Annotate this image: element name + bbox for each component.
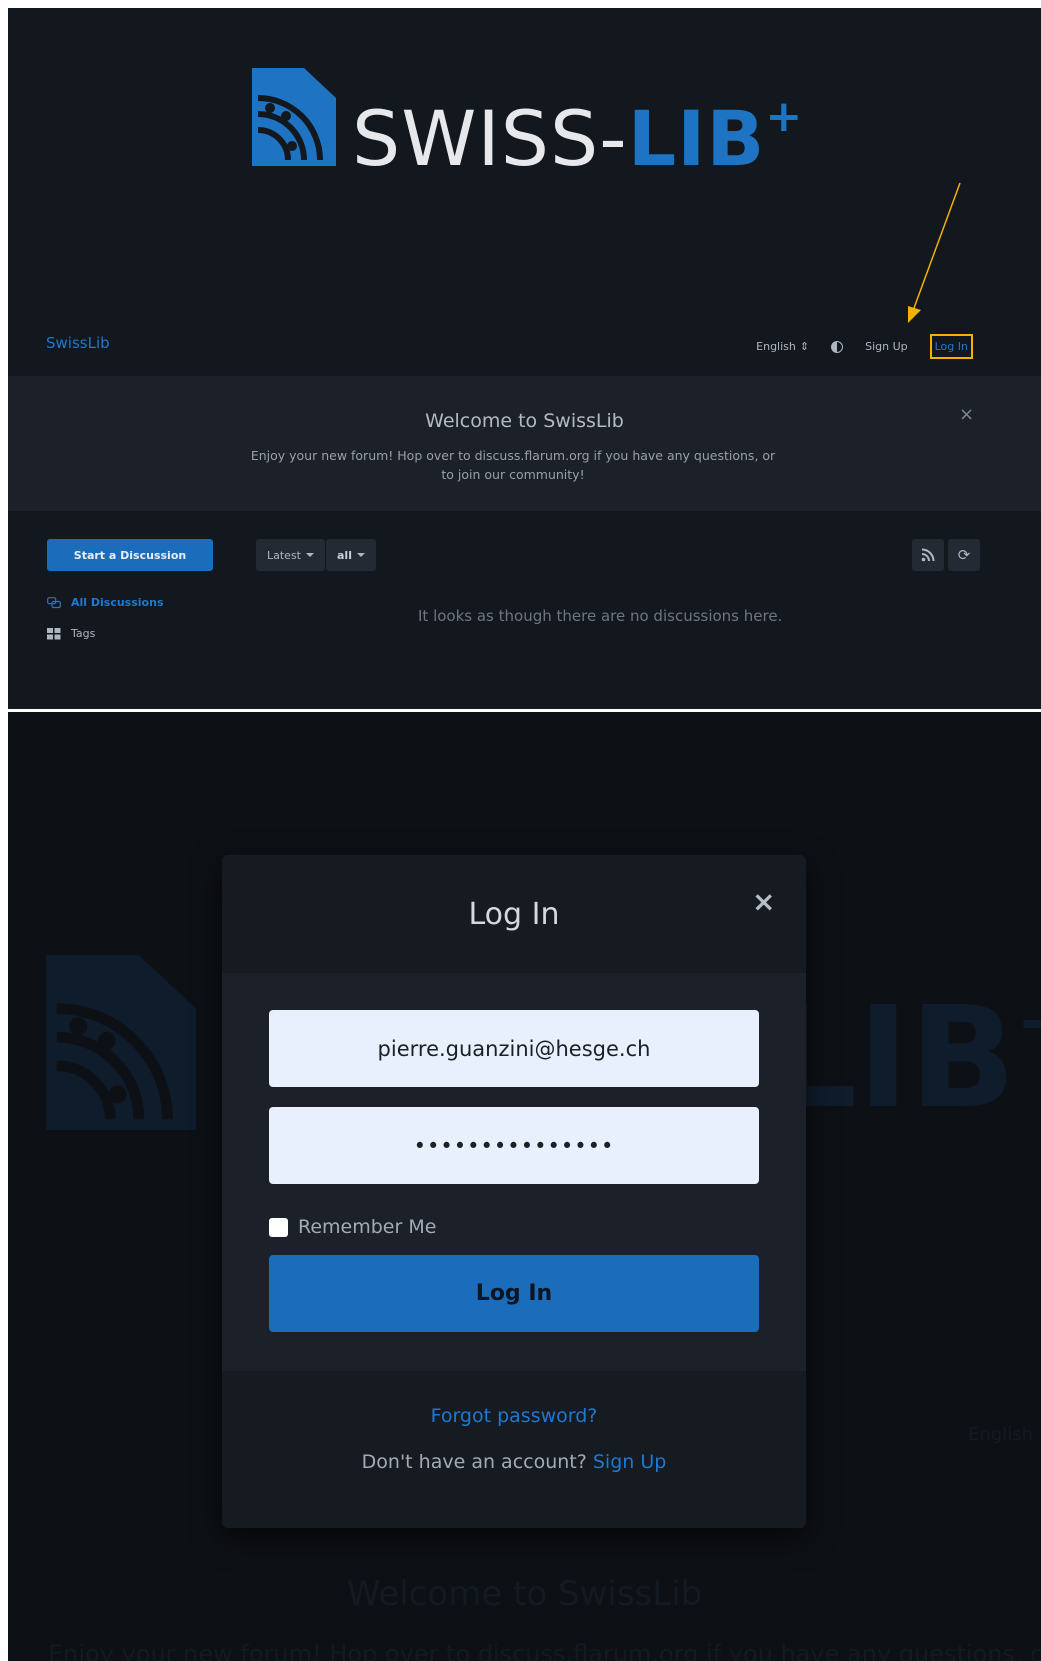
site-logo[interactable]: SWISS-LIB+ [252, 68, 804, 183]
background-hero-title: Welcome to SwissLib [346, 1574, 703, 1614]
brand-link[interactable]: SwissLib [46, 334, 110, 352]
rss-button[interactable] [912, 539, 944, 571]
caret-down-icon [306, 553, 314, 557]
modal-footer: Forgot password? Don't have an account? … [222, 1371, 806, 1528]
contrast-toggle-icon[interactable] [831, 340, 844, 353]
header-secondary: English ⇕ Sign Up Log In [756, 334, 973, 359]
close-icon[interactable]: × [752, 885, 775, 918]
background-hero-description: Enjoy your new forum! Hop over to discus… [48, 1640, 1041, 1661]
remember-me-label: Remember Me [298, 1216, 437, 1238]
forgot-password-link[interactable]: Forgot password? [222, 1405, 806, 1427]
chat-bubbles-icon [47, 596, 61, 608]
password-field[interactable] [269, 1107, 759, 1184]
sort-arrows-icon: ⇕ [799, 340, 810, 353]
sort-dropdown[interactable]: Latest [256, 539, 325, 571]
signup-link[interactable]: Sign Up [593, 1451, 666, 1473]
modal-header: Log In × [222, 855, 806, 973]
background-logo-text: LIB+ [768, 977, 1041, 1140]
forum-homepage: SWISS-LIB+ SwissLib English ⇕ Sign Up Lo… [8, 8, 1041, 709]
modal-title: Log In [468, 897, 560, 932]
sidebar-item-label: Tags [71, 627, 96, 640]
grid-tags-icon [47, 627, 61, 639]
logo-wordmark: SWISS-LIB+ [352, 91, 804, 183]
remember-me[interactable]: Remember Me [269, 1216, 436, 1238]
signup-link[interactable]: Sign Up [865, 340, 908, 353]
language-selector[interactable]: English ⇕ [756, 340, 809, 353]
rss-icon [921, 548, 935, 562]
login-modal-screen: LIB+ English Welcome to SwissLib Enjoy y… [8, 712, 1041, 1661]
refresh-button[interactable]: ⟳ [948, 539, 980, 571]
start-discussion-button[interactable]: Start a Discussion [47, 539, 213, 571]
sidebar-item-label: All Discussions [71, 596, 164, 609]
login-link[interactable]: Log In [929, 334, 973, 359]
sidebar-item-tags[interactable]: Tags [47, 627, 95, 640]
empty-discussions-message: It looks as though there are no discussi… [418, 607, 783, 625]
login-modal: Log In × Remember Me Log In Forgot passw… [222, 855, 806, 1528]
logo-mark-icon [252, 68, 336, 166]
hero-title: Welcome to SwissLib [425, 410, 624, 432]
hero-close-button[interactable]: × [959, 404, 974, 425]
no-account-text: Don't have an account? [361, 1451, 593, 1473]
sort-label: Latest [267, 548, 301, 562]
sidebar-item-all-discussions[interactable]: All Discussions [47, 596, 164, 609]
header-navbar: SwissLib English ⇕ Sign Up Log In [8, 330, 1041, 360]
refresh-icon: ⟳ [957, 546, 971, 564]
filter-dropdown[interactable]: all [326, 539, 376, 571]
hero-description: Enjoy your new forum! Hop over to discus… [250, 448, 776, 482]
background-logo-mark-icon [46, 955, 196, 1130]
login-submit-button[interactable]: Log In [269, 1255, 759, 1332]
caret-down-icon [356, 553, 365, 557]
filter-label: all [337, 548, 352, 562]
signup-prompt: Don't have an account? Sign Up [222, 1451, 806, 1473]
remember-me-checkbox[interactable] [269, 1217, 288, 1237]
welcome-hero: Welcome to SwissLib Enjoy your new forum… [8, 376, 1041, 511]
email-field[interactable] [269, 1010, 759, 1087]
language-label: English [756, 340, 796, 353]
background-language-label: English [968, 1424, 1033, 1445]
